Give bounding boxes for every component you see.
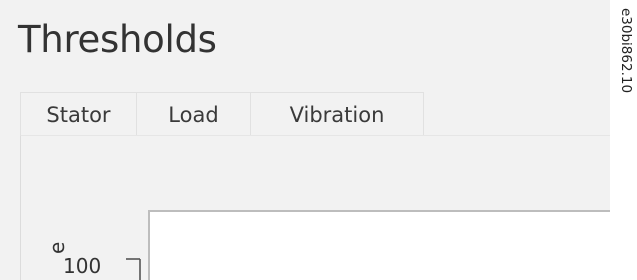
figure-code-text: e30bi862.10 [618, 8, 634, 94]
thresholds-screen: Thresholds Stator Load Vibration e 100 [0, 0, 610, 280]
chart-y-tick-label: 100 [63, 254, 102, 278]
figure-code: e30bi862.10 [615, 8, 637, 128]
page-title: Thresholds [18, 18, 217, 61]
tab-vibration[interactable]: Vibration [250, 92, 424, 136]
tab-load[interactable]: Load [136, 92, 251, 136]
chart-y-tick-mark [126, 258, 141, 280]
tab-bar: Stator Load Vibration [20, 92, 610, 136]
chart-plot-area [148, 210, 610, 280]
tab-stator[interactable]: Stator [20, 92, 137, 136]
